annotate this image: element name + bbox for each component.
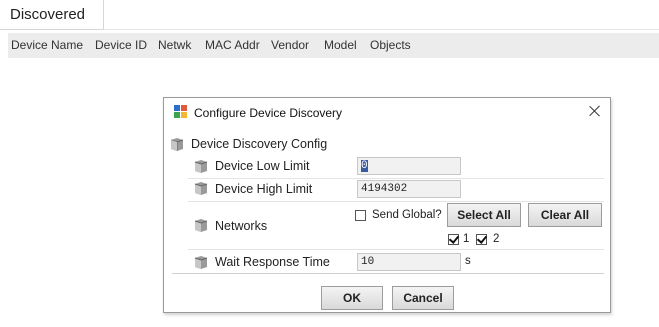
divider — [188, 201, 604, 202]
send-global-label: Send Global? — [372, 209, 442, 221]
column-vendor[interactable]: Vendor — [271, 38, 309, 52]
device-low-limit-field[interactable]: 0 — [357, 157, 461, 175]
device-high-limit-field[interactable]: 4194302 — [357, 180, 461, 198]
tab-strip-divider — [104, 29, 659, 30]
ok-button[interactable]: OK — [321, 286, 383, 310]
configure-device-discovery-dialog: Configure Device Discovery Device Discov… — [163, 97, 611, 313]
bacnet-app-icon — [174, 105, 187, 118]
divider — [188, 249, 604, 250]
network-1-checkbox[interactable] — [448, 234, 459, 245]
column-device-id[interactable]: Device ID — [95, 38, 147, 52]
network-1-label: 1 — [463, 233, 470, 245]
property-sheet-icon — [194, 219, 208, 232]
network-2-label: 2 — [493, 233, 500, 245]
wait-response-time-field[interactable]: 10 — [357, 253, 461, 271]
networks-label: Networks — [215, 219, 268, 233]
device-low-limit-label: Device Low Limit — [215, 159, 310, 173]
dialog-title: Configure Device Discovery — [194, 106, 343, 120]
dialog-title-bar[interactable]: Configure Device Discovery — [164, 98, 610, 128]
column-device-name[interactable]: Device Name — [11, 38, 83, 52]
network-2-checkbox[interactable] — [476, 234, 487, 245]
tab-strip: Discovered — [0, 0, 659, 31]
table-header: Device Name Device ID Netwk MAC Addr Ven… — [8, 33, 659, 58]
wait-response-time-label: Wait Response Time — [215, 255, 330, 269]
footer-divider — [172, 273, 604, 274]
clear-all-button[interactable]: Clear All — [528, 203, 602, 227]
cancel-button[interactable]: Cancel — [392, 286, 454, 310]
wait-response-time-unit: s — [465, 255, 471, 267]
column-netwk[interactable]: Netwk — [158, 38, 191, 52]
section-label: Device Discovery Config — [191, 137, 328, 151]
property-sheet-icon — [194, 160, 208, 173]
column-objects[interactable]: Objects — [370, 38, 411, 52]
property-sheet-icon — [194, 182, 208, 195]
device-low-limit-value: 0 — [361, 160, 368, 172]
column-mac-addr[interactable]: MAC Addr — [205, 38, 260, 52]
property-sheet-icon — [194, 256, 208, 269]
divider — [188, 178, 604, 179]
select-all-button[interactable]: Select All — [447, 203, 521, 227]
device-high-limit-label: Device High Limit — [215, 182, 313, 196]
send-global-checkbox[interactable] — [355, 210, 366, 221]
close-icon[interactable] — [588, 104, 602, 118]
column-model[interactable]: Model — [324, 38, 357, 52]
tab-discovered[interactable]: Discovered — [0, 0, 104, 30]
property-sheet-icon — [170, 138, 184, 151]
